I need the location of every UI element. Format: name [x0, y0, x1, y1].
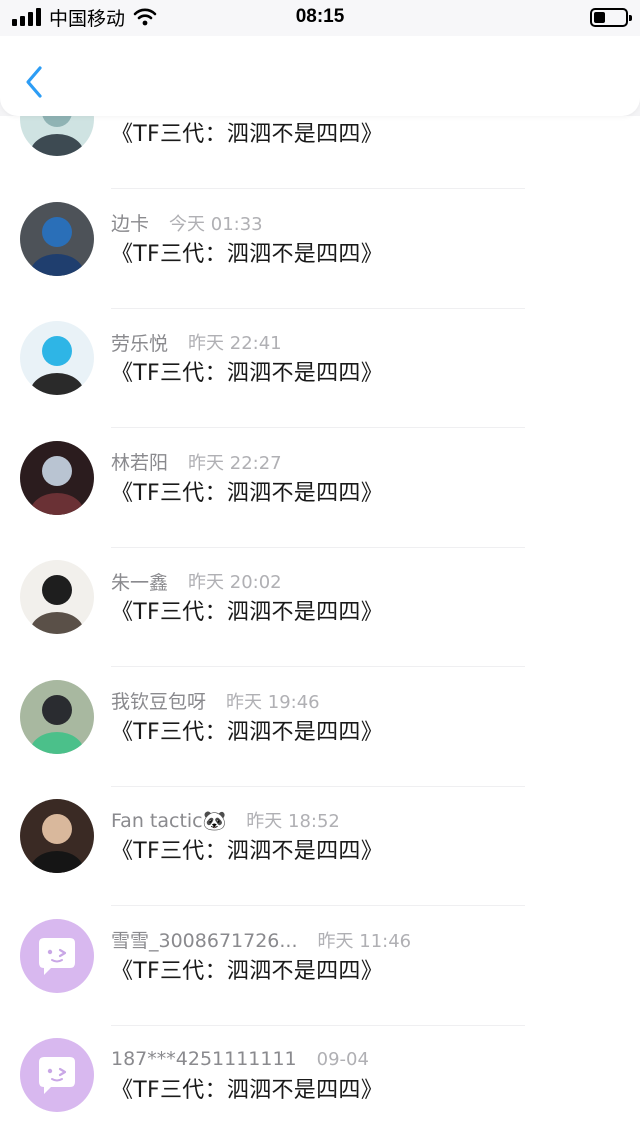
sender-name[interactable]: 劳乐悦 — [111, 329, 168, 356]
message-list-item[interactable]: 潇._4538477494...今天 06:33《TF三代：泗泗不是四四》 — [0, 116, 640, 190]
message-list[interactable]: 潇._4538477494...今天 06:33《TF三代：泗泗不是四四》边卡今… — [0, 116, 640, 1138]
sender-name[interactable]: 边卡 — [111, 209, 149, 236]
chevron-left-icon — [26, 66, 42, 98]
message-list-item[interactable]: 雪雪_3008671726... 昨天 11:46 《TF三代：泗泗不是四四》 — [0, 907, 640, 1027]
message-text[interactable]: 《TF三代：泗泗不是四四》 — [111, 355, 383, 387]
message-text[interactable]: 《TF三代：泗泗不是四四》 — [111, 953, 383, 985]
message-list-item[interactable]: 劳乐悦 昨天 22:41 《TF三代：泗泗不是四四》 — [0, 309, 640, 429]
message-list-item[interactable]: 林若阳 昨天 22:27 《TF三代：泗泗不是四四》 — [0, 429, 640, 549]
sender-name[interactable]: 我钦豆包呀 — [111, 687, 206, 714]
name-line: 边卡 今天 01:33 — [111, 208, 263, 238]
chat-bubble-face-icon[interactable] — [20, 918, 94, 993]
sender-name[interactable]: 林若阳 — [111, 448, 168, 475]
message-time: 今天 01:33 — [169, 213, 263, 235]
message-text[interactable]: 《TF三代：泗泗不是四四》 — [111, 594, 383, 626]
message-text[interactable]: 《TF三代：泗泗不是四四》 — [111, 714, 383, 746]
message-time: 09-04 — [316, 1048, 369, 1070]
status-time: 08:15 — [295, 6, 345, 27]
message-list-item[interactable]: 朱一鑫 昨天 20:02 《TF三代：泗泗不是四四》 — [0, 548, 640, 668]
user-avatar[interactable] — [20, 799, 94, 873]
user-avatar[interactable] — [20, 440, 94, 515]
sender-name[interactable]: 朱一鑫 — [111, 568, 168, 595]
message-text[interactable]: 《TF三代：泗泗不是四四》 — [111, 833, 383, 865]
message-text[interactable]: 《TF三代：泗泗不是四四》 — [111, 475, 383, 507]
chat-bubble-face-icon[interactable] — [20, 1038, 94, 1112]
user-avatar[interactable] — [20, 201, 94, 276]
sender-name[interactable]: 187***4251111111 — [111, 1048, 297, 1070]
message-time: 昨天 22:27 — [188, 452, 282, 474]
name-line: Fan tactic🐼 昨天 18:52 — [111, 805, 340, 835]
name-line: 187***4251111111 09-04 — [111, 1044, 369, 1074]
message-list-item[interactable]: Fan tactic🐼 昨天 18:52 《TF三代：泗泗不是四四》 — [0, 787, 640, 907]
message-time: 昨天 22:41 — [188, 333, 282, 354]
user-avatar[interactable] — [20, 321, 94, 395]
message-text[interactable]: 《TF三代：泗泗不是四四》 — [111, 116, 383, 148]
status-bar: 中国移动 08:15 — [0, 0, 640, 36]
message-time: 昨天 18:52 — [246, 811, 340, 832]
sender-name[interactable]: Fan tactic🐼 — [111, 809, 226, 832]
battery-icon — [590, 8, 632, 27]
message-text[interactable]: 《TF三代：泗泗不是四四》 — [111, 236, 383, 268]
name-line: 我钦豆包呀 昨天 19:46 — [111, 686, 320, 716]
name-line: 林若阳 昨天 22:27 — [111, 447, 282, 477]
message-list-item[interactable]: 我钦豆包呀 昨天 19:46 《TF三代：泗泗不是四四》 — [0, 668, 640, 788]
name-line: 雪雪_3008671726... 昨天 11:46 — [111, 925, 411, 955]
back-button[interactable] — [18, 62, 50, 102]
message-time: 昨天 11:46 — [317, 930, 412, 952]
message-time: 昨天 19:46 — [226, 691, 320, 713]
name-line: 朱一鑫 昨天 20:02 — [111, 566, 282, 596]
user-avatar[interactable] — [20, 560, 94, 634]
message-list-item[interactable]: 边卡 今天 01:33 《TF三代：泗泗不是四四》 — [0, 190, 640, 310]
message-time: 昨天 20:02 — [188, 572, 282, 593]
sender-name[interactable]: 雪雪_3008671726... — [111, 926, 298, 953]
user-avatar[interactable] — [20, 116, 94, 156]
user-avatar[interactable] — [20, 679, 94, 754]
message-text[interactable]: 《TF三代：泗泗不是四四》 — [111, 1072, 383, 1104]
nav-bar — [0, 36, 640, 116]
message-list-item[interactable]: 187***4251111111 09-04 《TF三代：泗泗不是四四》 — [0, 1026, 640, 1138]
name-line: 劳乐悦 昨天 22:41 — [111, 327, 282, 357]
